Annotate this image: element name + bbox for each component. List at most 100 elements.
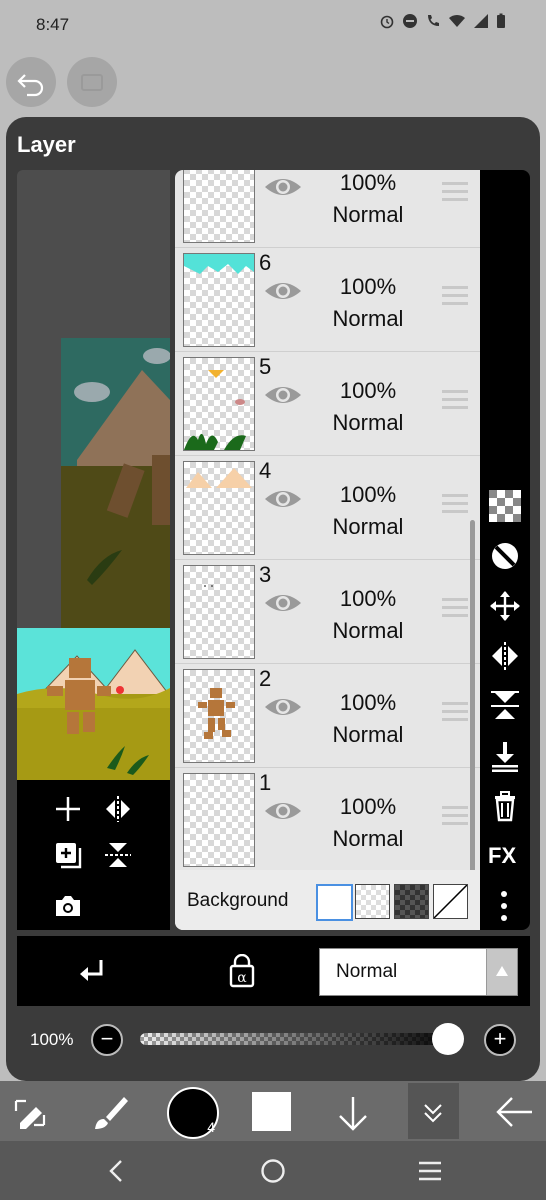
drag-handle-icon[interactable]: [442, 702, 468, 726]
right-tools: FX: [480, 170, 530, 930]
add-layer-icon[interactable]: [53, 794, 83, 824]
layer-blend-mode: Normal: [332, 410, 404, 435]
layer-number: 6: [259, 250, 272, 275]
eye-icon[interactable]: [263, 278, 303, 304]
color-picker-button[interactable]: 4: [167, 1087, 219, 1139]
flip-vertical-icon[interactable]: [103, 840, 133, 870]
nav-back-icon[interactable]: [106, 1159, 126, 1183]
layer-row-4[interactable]: 4 100% Normal: [175, 456, 480, 560]
merge-down-icon[interactable]: [489, 740, 521, 772]
camera-icon[interactable]: [53, 892, 83, 920]
panel-title: Layer: [17, 132, 76, 157]
status-icons: [379, 13, 506, 29]
more-vertical-icon[interactable]: [500, 890, 508, 922]
layer-thumbnail[interactable]: [183, 565, 255, 659]
layer-row-1[interactable]: 1 100% Normal: [175, 768, 480, 872]
move-icon[interactable]: [489, 590, 521, 622]
blend-mode-select[interactable]: Normal: [319, 948, 518, 996]
brush-tool-icon[interactable]: [90, 1093, 130, 1133]
flip-horizontal-icon[interactable]: [489, 640, 521, 672]
secondary-color-swatch[interactable]: [252, 1092, 291, 1131]
wifi-icon: [449, 14, 465, 27]
layer-thumbnail[interactable]: [183, 357, 255, 451]
background-none-swatch[interactable]: [433, 884, 468, 919]
dropdown-arrow-icon[interactable]: [486, 949, 517, 995]
layer-number: 5: [259, 354, 272, 379]
eye-icon[interactable]: [263, 382, 303, 408]
layer-blend-mode: Normal: [332, 722, 404, 747]
wifi-call-icon: [428, 15, 439, 26]
layer-6-art: [184, 254, 254, 274]
drag-handle-icon[interactable]: [442, 494, 468, 518]
layer-opacity: 100%: [339, 274, 397, 299]
layer-opacity: 100%: [339, 794, 397, 819]
layer-row-6[interactable]: 6 100% Normal: [175, 248, 480, 352]
redo-button[interactable]: [67, 57, 117, 107]
eye-icon[interactable]: [263, 798, 303, 824]
layer-3-art: [204, 585, 213, 587]
layer-number: 2: [259, 666, 272, 691]
layer-thumbnail[interactable]: [183, 170, 255, 243]
eye-icon[interactable]: [263, 590, 303, 616]
battery-icon: [497, 13, 505, 28]
background-dark-checker-swatch[interactable]: [394, 884, 429, 919]
clipping-icon[interactable]: [77, 956, 107, 988]
layer-5-art: [184, 370, 246, 450]
background-light-checker-swatch[interactable]: [355, 884, 390, 919]
layer-thumbnail[interactable]: [183, 669, 255, 763]
opacity-slider-knob[interactable]: [432, 1023, 464, 1055]
layer-row-5[interactable]: 5 100% Normal: [175, 352, 480, 456]
system-nav-bar: [0, 1141, 546, 1200]
layer-scrollbar[interactable]: [470, 520, 475, 920]
brush-size-label: 4: [207, 1119, 215, 1135]
nav-home-icon[interactable]: [260, 1158, 286, 1184]
layer-blend-mode: Normal: [332, 826, 404, 851]
layer-row-3[interactable]: 3 100% Normal: [175, 560, 480, 664]
layer-2-art: [198, 688, 235, 739]
checker-icon[interactable]: [489, 490, 521, 522]
signal-icon: [474, 14, 488, 28]
layer-thumbnail[interactable]: [183, 773, 255, 867]
eye-icon[interactable]: [263, 486, 303, 512]
drag-handle-icon[interactable]: [442, 806, 468, 830]
trash-icon[interactable]: [489, 790, 521, 822]
layer-panel-toggle-button[interactable]: [408, 1083, 459, 1139]
opacity-slider-fill: [140, 1033, 462, 1045]
layer-row-2[interactable]: 2 100% Normal: [175, 664, 480, 768]
fx-button[interactable]: FX: [488, 843, 516, 869]
eye-icon[interactable]: [263, 174, 303, 200]
drag-handle-icon[interactable]: [442, 286, 468, 310]
drag-handle-icon[interactable]: [442, 182, 468, 206]
opacity-slider-track[interactable]: [140, 1033, 462, 1045]
clip-icon[interactable]: [489, 540, 521, 572]
layer-row-top[interactable]: 100% Normal: [175, 170, 480, 248]
alarm-icon: [380, 15, 394, 29]
transform-tool-icon[interactable]: [12, 1095, 48, 1131]
canvas-thumbnail[interactable]: [17, 628, 170, 780]
drag-handle-icon[interactable]: [442, 390, 468, 414]
layer-list[interactable]: 100% Normal 6 100% Normal 5 100% Normal …: [175, 170, 480, 930]
layer-number: 3: [259, 562, 272, 587]
eye-icon[interactable]: [263, 694, 303, 720]
opacity-decrease-button[interactable]: −: [91, 1024, 123, 1056]
background-white-swatch[interactable]: [316, 884, 353, 921]
layer-blend-mode: Normal: [332, 514, 404, 539]
layer-thumbnail[interactable]: [183, 461, 255, 555]
layer-blend-mode: Normal: [332, 306, 404, 331]
arrow-down-icon[interactable]: [336, 1095, 370, 1131]
layer-blend-mode: Normal: [332, 202, 404, 227]
undo-icon: [17, 74, 44, 97]
flip-vertical-icon[interactable]: [489, 690, 521, 722]
drag-handle-icon[interactable]: [442, 598, 468, 622]
undo-button[interactable]: [6, 57, 56, 107]
opacity-increase-button[interactable]: +: [484, 1024, 516, 1056]
layer-thumbnail[interactable]: [183, 253, 255, 347]
nav-recents-icon[interactable]: [417, 1159, 443, 1183]
duplicate-layer-icon[interactable]: [53, 840, 85, 872]
alpha-lock-icon[interactable]: α: [227, 954, 257, 988]
back-arrow-icon[interactable]: [494, 1095, 534, 1129]
flip-horizontal-icon[interactable]: [103, 794, 133, 824]
collapse-icon: [424, 1104, 442, 1123]
layer-opacity: 100%: [339, 586, 397, 611]
slash-icon: [433, 884, 468, 919]
